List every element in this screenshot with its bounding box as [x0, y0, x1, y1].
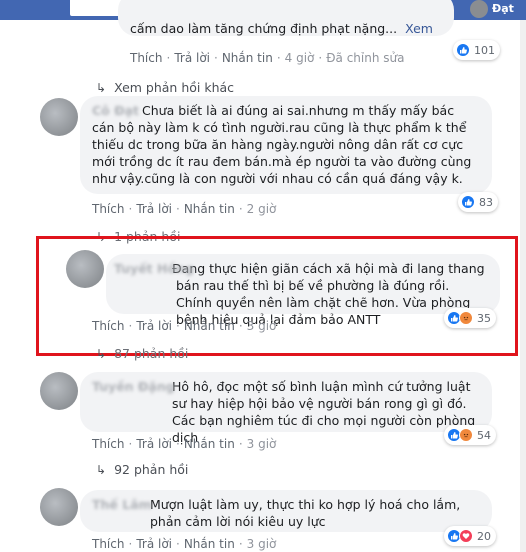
reply-link[interactable]: Trả lời — [174, 51, 210, 65]
comment-bubble: Tuyền Đặng Hô hô, đọc một số bình luận mì… — [80, 372, 492, 445]
replies-count-label[interactable]: 92 phản hồi — [114, 462, 188, 477]
avatar[interactable] — [40, 372, 78, 410]
like-link[interactable]: Thích — [130, 51, 162, 65]
message-link[interactable]: Nhắn tin — [184, 537, 235, 551]
love-reaction-icon — [459, 529, 473, 543]
edited-label: Đã chỉnh sửa — [326, 51, 405, 65]
comment-time[interactable]: 2 giờ — [247, 202, 277, 216]
comment-bubble: Thế Lâm Mượn luật làm uy, thực thi ko hợp… — [80, 490, 492, 532]
comment-text: Mượn luật làm uy, thực thi ko hợp lý hoá… — [150, 497, 461, 529]
reaction-summary[interactable]: 54 — [444, 425, 496, 445]
replies-count-label[interactable]: 87 phản hồi — [114, 346, 188, 361]
like-reaction-icon — [461, 195, 475, 209]
reply-arrow-icon: ↳ — [96, 80, 107, 95]
comment-time[interactable]: 3 giờ — [247, 437, 277, 451]
message-link[interactable]: Nhắn tin — [184, 437, 235, 451]
message-link[interactable]: Nhắn tin — [184, 202, 235, 216]
see-more-replies-link[interactable]: ↳ Xem phản hồi khác — [96, 80, 234, 95]
reaction-summary[interactable]: 20 — [444, 526, 496, 546]
like-link[interactable]: Thích — [92, 537, 124, 551]
comment-time[interactable]: 3 giờ — [247, 537, 277, 551]
see-more-replies-label[interactable]: Xem phản hồi khác — [114, 80, 234, 95]
avatar[interactable] — [40, 488, 78, 526]
comment-bubble: Cô Đạt Chưa biết là ai đúng ai sai.nhưng … — [80, 96, 492, 194]
profile-name[interactable]: Đạt — [492, 2, 514, 15]
reply-link[interactable]: Trả lời — [136, 437, 172, 451]
comment-time[interactable]: 4 giờ — [285, 51, 315, 65]
comment-actions: Thích · Trả lời · Nhắn tin · 3 giờ — [92, 537, 277, 551]
comment-author[interactable]: Cô Đạt — [92, 103, 139, 118]
like-reaction-icon — [456, 43, 470, 57]
comment-text: cấm dao làm tăng chứng định phạt nặng... — [130, 21, 398, 36]
reply-arrow-icon: ↳ — [96, 346, 107, 361]
highlight-box — [36, 236, 518, 356]
comment-actions: Thích · Trả lời · Nhắn tin · 3 giờ — [92, 437, 277, 451]
reaction-count: 101 — [474, 43, 495, 57]
scrollbar[interactable] — [520, 20, 526, 552]
reaction-count: 83 — [479, 195, 493, 209]
reply-link[interactable]: Trả lời — [136, 537, 172, 551]
profile-avatar[interactable] — [470, 0, 488, 18]
comment-bubble: cấm dao làm tăng chứng định phạt nặng...… — [118, 0, 454, 36]
reaction-count: 54 — [477, 428, 491, 442]
reply-arrow-icon: ↳ — [96, 462, 107, 477]
angry-reaction-icon — [459, 428, 473, 442]
like-link[interactable]: Thích — [92, 202, 124, 216]
comment-actions: Thích · Trả lời · Nhắn tin · 4 giờ · Đã chỉnh sử… — [130, 51, 405, 65]
reaction-summary[interactable]: 83 — [458, 192, 498, 212]
comment-author[interactable]: Tuyền Đặng — [92, 378, 175, 395]
reaction-count: 20 — [477, 529, 491, 543]
reply-link[interactable]: Trả lời — [136, 202, 172, 216]
replies-link[interactable]: ↳ 92 phản hồi — [96, 462, 188, 477]
comment-author[interactable]: Thế Lâm — [92, 496, 152, 513]
message-link[interactable]: Nhắn tin — [222, 51, 273, 65]
like-link[interactable]: Thích — [92, 437, 124, 451]
reaction-summary[interactable]: 101 — [453, 40, 500, 60]
comment-text: Hô hô, đọc một số bình luận mình cứ tưởn… — [172, 379, 476, 445]
avatar[interactable] — [40, 98, 78, 136]
comment-actions: Thích · Trả lời · Nhắn tin · 2 giờ — [92, 202, 277, 216]
comment-text: Chưa biết là ai đúng ai sai.nhưng m thấy… — [92, 103, 472, 186]
replies-link[interactable]: ↳ 87 phản hồi — [96, 346, 188, 361]
